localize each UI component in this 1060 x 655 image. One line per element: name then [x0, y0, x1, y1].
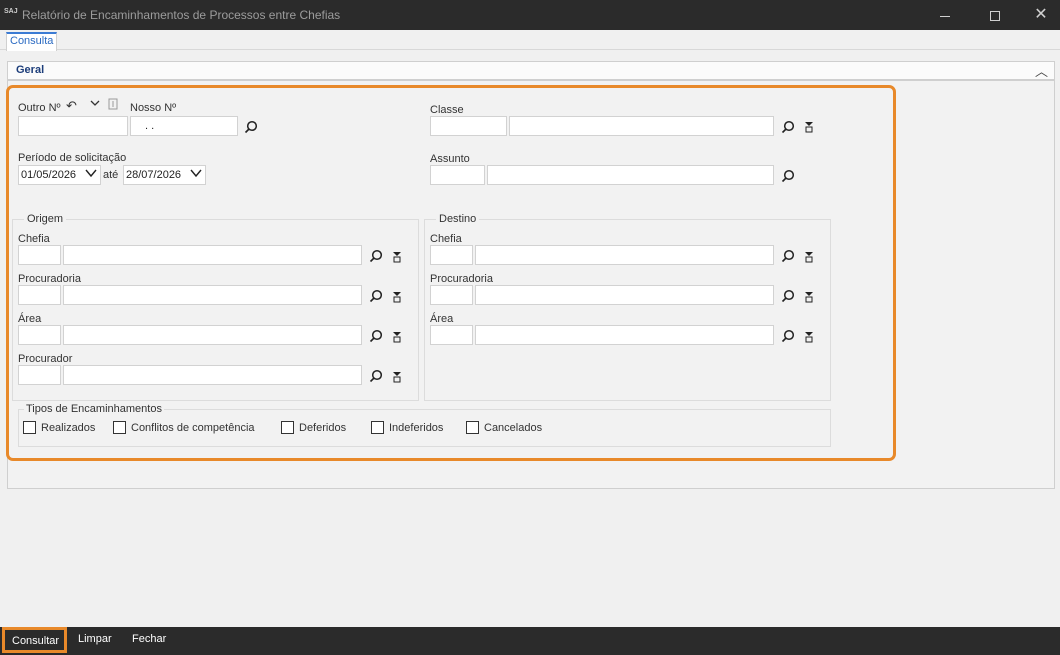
destino-area-code-input[interactable]	[430, 325, 473, 345]
app-logo: SAJ	[4, 8, 18, 15]
ate-label: até	[103, 169, 119, 181]
destino-procuradoria-description-input[interactable]	[475, 285, 774, 305]
deferidos-label: Deferidos	[299, 422, 347, 434]
destino-area-description-input[interactable]	[475, 325, 774, 345]
chevron-up-icon[interactable]: ︿	[1035, 61, 1048, 80]
tab-consulta[interactable]: Consulta	[6, 32, 58, 51]
origem-procurador-description-input[interactable]	[63, 365, 362, 385]
maximize-button[interactable]	[972, 0, 1018, 30]
destino-chefia-description-input[interactable]	[475, 245, 774, 265]
assunto-label: Assunto	[430, 153, 470, 165]
section-header-geral[interactable]: Geral ︿	[7, 61, 1055, 80]
clear-icon[interactable]	[392, 251, 402, 263]
search-icon[interactable]	[244, 120, 258, 134]
data-fim-value: 28/07/2026	[126, 169, 182, 181]
nosso-numero-label: Nosso Nº	[130, 102, 177, 114]
search-icon[interactable]	[369, 289, 383, 303]
origem-procuradoria-code-input[interactable]	[18, 285, 61, 305]
assunto-code-input[interactable]	[430, 165, 485, 185]
clear-icon[interactable]	[804, 251, 814, 263]
close-icon: ✕	[1034, 6, 1048, 23]
origem-procurador-label: Procurador	[18, 353, 73, 365]
cancelados-label: Cancelados	[484, 422, 543, 434]
data-fim-picker[interactable]: 28/07/2026	[123, 165, 206, 185]
fechar-button[interactable]: Fechar	[132, 633, 166, 645]
origem-procuradoria-description-input[interactable]	[63, 285, 362, 305]
assunto-description-input[interactable]	[487, 165, 774, 185]
search-icon[interactable]	[781, 120, 795, 134]
destino-title: Destino	[436, 213, 480, 225]
search-icon[interactable]	[781, 169, 795, 183]
clear-icon[interactable]	[392, 331, 402, 343]
destino-procuradoria-label: Procuradoria	[430, 273, 493, 285]
conflitos-label: Conflitos de competência	[131, 422, 255, 434]
maximize-icon	[990, 11, 1000, 22]
clear-icon[interactable]	[392, 291, 402, 303]
outro-numero-input[interactable]	[18, 116, 128, 136]
minimize-icon	[940, 15, 950, 17]
classe-description-input[interactable]	[509, 116, 774, 136]
close-button[interactable]: ✕	[1018, 0, 1060, 30]
data-inicio-value: 01/05/2026	[21, 169, 77, 181]
clear-icon[interactable]	[804, 331, 814, 343]
clear-icon[interactable]	[804, 291, 814, 303]
cancelados-checkbox[interactable]	[466, 421, 479, 434]
origem-procurador-code-input[interactable]	[18, 365, 61, 385]
origem-area-code-input[interactable]	[18, 325, 61, 345]
realizados-checkbox[interactable]	[23, 421, 36, 434]
origem-chefia-code-input[interactable]	[18, 245, 61, 265]
conflitos-checkbox[interactable]	[113, 421, 126, 434]
limpar-button[interactable]: Limpar	[78, 633, 112, 645]
destino-chefia-label: Chefia	[430, 233, 462, 245]
tab-strip: Consulta	[0, 30, 1060, 51]
destino-area-label: Área	[430, 313, 454, 325]
window-title: Relatório de Encaminhamentos de Processo…	[22, 8, 341, 22]
consultar-button[interactable]: Consultar	[2, 627, 67, 653]
deferidos-checkbox[interactable]	[281, 421, 294, 434]
destino-chefia-code-input[interactable]	[430, 245, 473, 265]
search-icon[interactable]	[369, 249, 383, 263]
search-icon[interactable]	[781, 329, 795, 343]
indeferidos-label: Indeferidos	[389, 422, 444, 434]
chevron-down-icon[interactable]	[89, 98, 101, 111]
clear-icon[interactable]	[392, 371, 402, 383]
origem-area-label: Área	[18, 313, 42, 325]
realizados-label: Realizados	[41, 422, 96, 434]
search-icon[interactable]	[781, 249, 795, 263]
section-title: Geral	[16, 64, 45, 76]
origem-procuradoria-label: Procuradoria	[18, 273, 81, 285]
chevron-down-icon[interactable]	[85, 166, 97, 184]
clear-icon[interactable]	[804, 121, 814, 133]
search-icon[interactable]	[369, 329, 383, 343]
tipos-title: Tipos de Encaminhamentos	[24, 403, 164, 415]
info-icon[interactable]	[108, 98, 118, 113]
origem-title: Origem	[24, 213, 67, 225]
periodo-label: Período de solicitação	[18, 152, 127, 164]
origem-chefia-label: Chefia	[18, 233, 50, 245]
outro-numero-label: Outro Nº	[18, 102, 61, 114]
origem-area-description-input[interactable]	[63, 325, 362, 345]
destino-procuradoria-code-input[interactable]	[430, 285, 473, 305]
classe-code-input[interactable]	[430, 116, 507, 136]
search-icon[interactable]	[781, 289, 795, 303]
origem-chefia-description-input[interactable]	[63, 245, 362, 265]
data-inicio-picker[interactable]: 01/05/2026	[18, 165, 101, 185]
search-icon[interactable]	[369, 369, 383, 383]
chevron-down-icon[interactable]	[190, 166, 202, 184]
nosso-numero-input[interactable]: . .	[130, 116, 238, 136]
action-bar: Consultar Limpar Fechar	[0, 627, 1060, 655]
undo-icon[interactable]: ↶	[66, 98, 77, 114]
title-bar: SAJ Relatório de Encaminhamentos de Proc…	[0, 0, 1060, 30]
indeferidos-checkbox[interactable]	[371, 421, 384, 434]
minimize-button[interactable]	[922, 0, 968, 30]
classe-label: Classe	[430, 104, 464, 116]
